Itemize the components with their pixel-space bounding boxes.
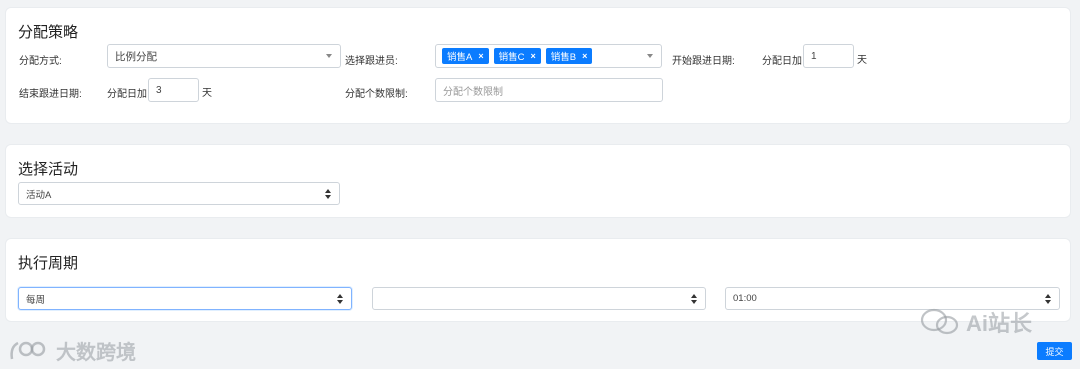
start-unit: 天 — [857, 55, 867, 66]
period-select[interactable]: 每周 — [18, 287, 352, 310]
end-unit: 天 — [202, 88, 212, 99]
follower-tag-label: 销售C — [498, 52, 525, 63]
followers-label: 选择跟进员: — [345, 56, 398, 67]
follower-tag[interactable]: 销售C × — [493, 48, 541, 64]
close-icon[interactable]: × — [582, 51, 587, 61]
method-select[interactable]: 比例分配 — [107, 44, 341, 68]
chevron-down-icon — [326, 54, 332, 58]
watermark-left-text: 大数跨境 — [56, 342, 136, 364]
period-value: 每周 — [26, 294, 46, 306]
limit-label: 分配个数限制: — [345, 89, 408, 100]
start-days-input[interactable]: 1 — [803, 44, 854, 68]
activity-value: 活动A — [26, 189, 52, 201]
close-icon[interactable]: × — [530, 51, 535, 61]
follower-tag-label: 销售B — [550, 52, 577, 63]
wechat-icon — [920, 308, 959, 335]
end-days-value: 3 — [156, 84, 162, 96]
schedule-title: 执行周期 — [18, 255, 79, 272]
watermark-right: Ai站长 — [920, 306, 1032, 338]
activity-select[interactable]: 活动A — [18, 182, 340, 205]
follower-tag[interactable]: 销售A × — [442, 48, 489, 64]
limit-input[interactable]: 分配个数限制 — [435, 78, 663, 102]
chevron-down-icon — [647, 54, 653, 58]
end-prefix: 分配日加 — [107, 89, 147, 100]
strategy-card: 分配策略 分配方式: 比例分配 选择跟进员: 销售A × 销售C × 销售B × 开始… — [5, 7, 1071, 124]
method-value: 比例分配 — [115, 50, 157, 63]
day-select[interactable] — [372, 287, 706, 310]
followers-multiselect[interactable]: 销售A × 销售C × 销售B × — [435, 44, 662, 68]
time-value: 01:00 — [733, 293, 757, 304]
logo-icon — [10, 341, 46, 359]
start-prefix: 分配日加 — [762, 56, 802, 67]
end-date-label: 结束跟进日期: — [19, 89, 82, 100]
end-days-input[interactable]: 3 — [148, 78, 199, 102]
follower-tag-label: 销售A — [447, 52, 473, 63]
sort-arrows-icon — [1045, 293, 1052, 304]
sort-arrows-icon — [325, 188, 332, 199]
follower-tag[interactable]: 销售B × — [545, 48, 593, 64]
strategy-title: 分配策略 — [18, 24, 79, 41]
schedule-card: 执行周期 每周 01:00 — [5, 238, 1071, 322]
close-icon[interactable]: × — [478, 51, 483, 61]
activity-card: 选择活动 活动A — [5, 144, 1071, 218]
start-date-label: 开始跟进日期: — [672, 56, 735, 67]
sort-arrows-icon — [691, 293, 698, 304]
activity-title: 选择活动 — [18, 161, 79, 178]
submit-button[interactable]: 提交 — [1037, 342, 1072, 360]
watermark-right-text: Ai站长 — [966, 311, 1033, 336]
sort-arrows-icon — [337, 293, 344, 304]
start-days-value: 1 — [811, 50, 817, 62]
limit-placeholder: 分配个数限制 — [443, 86, 503, 98]
watermark-left: 大数跨境 — [8, 336, 136, 365]
method-label: 分配方式: — [19, 56, 62, 67]
